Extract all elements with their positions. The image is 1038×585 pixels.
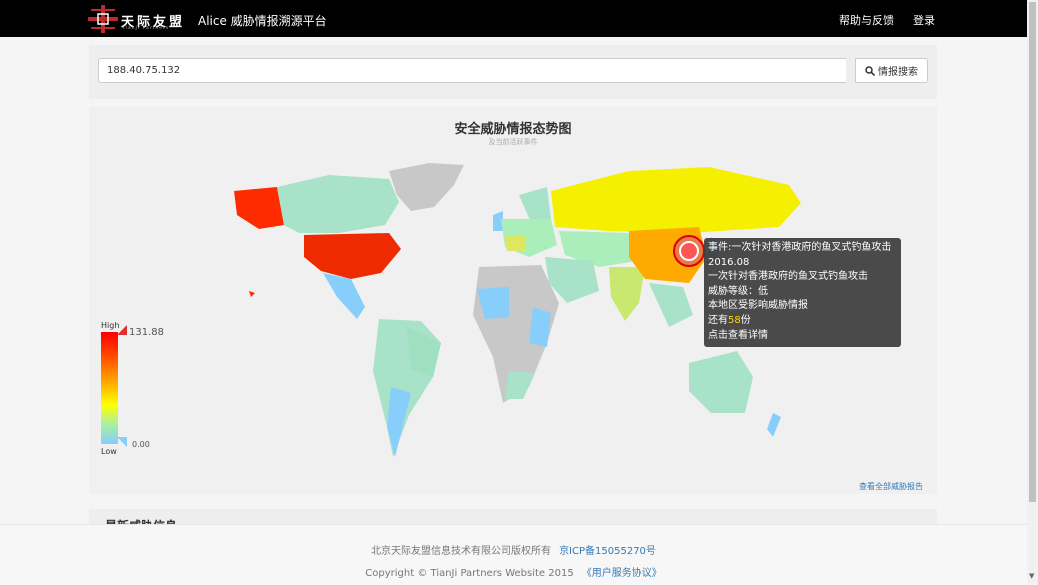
top-navbar: 天际友盟 TianJi Partners Alice 威胁情报溯源平台 帮助与反… xyxy=(0,0,1027,37)
legend-low-label: Low xyxy=(101,447,117,456)
footer-line-1: 北京天际友盟信息技术有限公司版权所有 京ICP备15055270号 xyxy=(0,542,1027,557)
scrollbar-thumb[interactable] xyxy=(1029,2,1036,502)
map-subtitle: 及当前活跃事件 xyxy=(488,138,538,146)
footer: 北京天际友盟信息技术有限公司版权所有 京ICP备15055270号 Copyrig… xyxy=(0,524,1027,585)
search-button-label: 情报搜索 xyxy=(878,67,918,78)
tooltip-more-count: 还有58份 xyxy=(708,314,751,326)
scroll-down-icon[interactable]: ▼ xyxy=(1029,572,1034,580)
tooltip-date: 2016.08 xyxy=(708,256,750,268)
map-region-canada xyxy=(277,175,399,233)
map-region-australia xyxy=(689,351,753,413)
threat-map-panel: 安全威胁情报态势图 及当前活跃事件 High 131.88 0.00 Low 事… xyxy=(89,107,937,494)
footer-line-2: Copyright © TianJi Partners Website 2015… xyxy=(0,564,1027,579)
legend-min-value: 0.00 xyxy=(132,440,150,449)
tooltip-details-link[interactable]: 点击查看详情 xyxy=(708,329,897,344)
tooltip-threat-level: 威胁等级：低 xyxy=(708,285,768,297)
map-title: 安全威胁情报态势图 xyxy=(454,122,572,137)
map-region-new-zealand xyxy=(767,413,781,437)
legend-min-handle-icon[interactable] xyxy=(117,437,127,447)
footer-agreement-link[interactable]: 《用户服务协议》 xyxy=(582,568,662,579)
footer-copyright: Copyright © TianJi Partners Website 2015 xyxy=(365,568,574,579)
help-feedback-link[interactable]: 帮助与反馈 xyxy=(839,12,894,28)
legend-max-handle-icon[interactable] xyxy=(117,325,127,335)
map-region-greenland xyxy=(389,163,464,211)
search-input[interactable] xyxy=(98,58,846,83)
map-region-usa xyxy=(304,233,401,279)
map-region-france xyxy=(505,235,525,251)
login-link[interactable]: 登录 xyxy=(913,12,935,28)
active-event-marker-core xyxy=(679,241,699,261)
footer-company: 北京天际友盟信息技术有限公司版权所有 xyxy=(371,546,552,557)
tooltip-event: 事件:一次针对香港政府的鱼叉式钓鱼攻击 xyxy=(708,242,892,253)
map-region-russia xyxy=(551,167,801,233)
all-reports-link[interactable]: 查看全部威胁报告 xyxy=(859,481,923,492)
logo[interactable]: 天际友盟 TianJi Partners xyxy=(88,5,188,33)
app-title: Alice 威胁情报溯源平台 xyxy=(198,14,327,28)
map-region-india xyxy=(609,267,645,321)
map-region-mexico xyxy=(323,273,365,319)
search-button[interactable]: 情报搜索 xyxy=(855,58,928,83)
logo-icon xyxy=(88,5,118,33)
map-region-hawaii xyxy=(249,291,255,297)
search-icon xyxy=(865,65,875,76)
legend-max-value: 131.88 xyxy=(129,327,164,338)
map-region-southeast-asia xyxy=(649,283,693,327)
tooltip-description: 一次针对香港政府的鱼叉式钓鱼攻击 xyxy=(708,271,868,283)
tooltip-region-note: 本地区受影响威胁情报 xyxy=(708,300,808,312)
logo-subtext: TianJi Partners xyxy=(122,26,170,31)
legend-color-scale[interactable] xyxy=(101,332,118,444)
event-tooltip: 事件:一次针对香港政府的鱼叉式钓鱼攻击 2016.08 一次针对香港政府的鱼叉式… xyxy=(704,238,901,347)
map-region-alaska xyxy=(234,187,284,229)
map-region-argentina xyxy=(387,387,411,457)
search-panel: 情报搜索 xyxy=(89,45,937,99)
page-scrollbar[interactable]: ▼ xyxy=(1027,0,1038,584)
map-region-south-africa xyxy=(505,371,535,399)
footer-icp-link[interactable]: 京ICP备15055270号 xyxy=(559,546,656,557)
